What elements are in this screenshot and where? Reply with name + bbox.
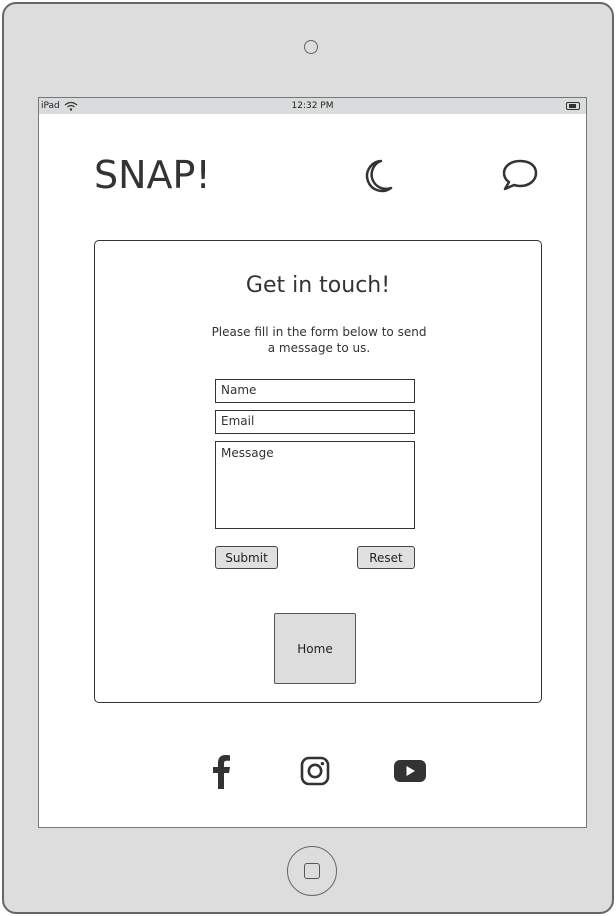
- email-input[interactable]: Email: [215, 410, 415, 434]
- status-time: 12:32 PM: [291, 101, 334, 111]
- message-textarea[interactable]: Message: [215, 441, 415, 529]
- device-home-button[interactable]: [287, 846, 337, 896]
- home-square-icon: [304, 863, 320, 879]
- site-logo[interactable]: SNAP!: [94, 153, 211, 197]
- device-label: iPad: [41, 101, 60, 111]
- contact-description: Please fill in the form below to send a …: [211, 325, 427, 355]
- contact-title: Get in touch!: [245, 273, 391, 298]
- youtube-icon[interactable]: [393, 758, 427, 784]
- status-left: iPad: [41, 101, 78, 111]
- contact-card: Get in touch! Please fill in the form be…: [94, 240, 542, 703]
- wifi-icon: [64, 101, 78, 111]
- tablet-frame: iPad 12:32 PM SNAP! Get in touch! Please…: [2, 2, 614, 914]
- name-input[interactable]: Name: [215, 379, 415, 403]
- chat-icon[interactable]: [501, 158, 539, 192]
- facebook-icon[interactable]: [209, 753, 233, 789]
- submit-button[interactable]: Submit: [215, 546, 278, 569]
- battery-icon: [566, 102, 580, 110]
- tablet-screen: iPad 12:32 PM SNAP! Get in touch! Please…: [38, 97, 587, 828]
- home-button[interactable]: Home: [274, 613, 356, 684]
- instagram-icon[interactable]: [300, 756, 330, 786]
- status-bar: iPad 12:32 PM: [39, 98, 586, 114]
- camera-icon: [304, 40, 318, 54]
- moon-icon[interactable]: [361, 158, 395, 194]
- reset-button[interactable]: Reset: [357, 546, 415, 569]
